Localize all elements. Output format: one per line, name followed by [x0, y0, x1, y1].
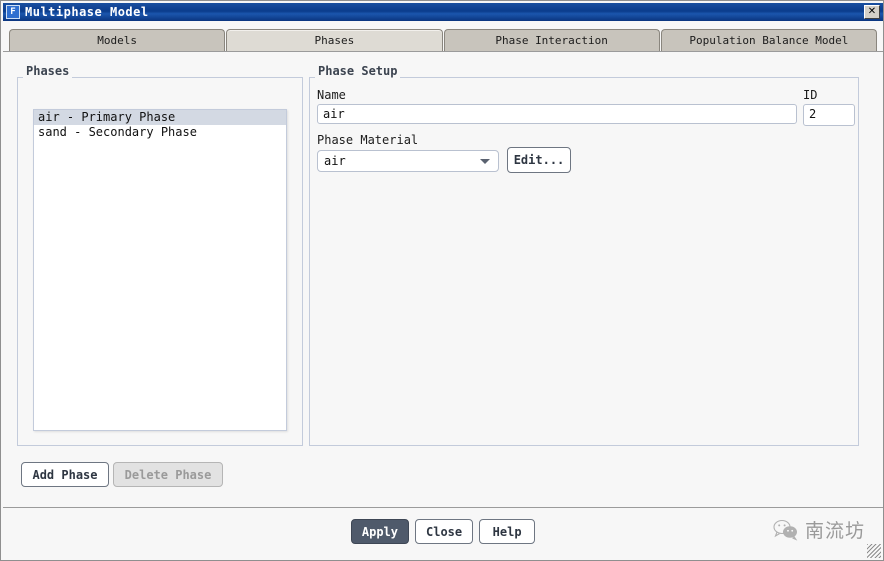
window-title: Multiphase Model — [25, 5, 149, 19]
phase-setup-group-title: Phase Setup — [315, 64, 401, 78]
help-button[interactable]: Help — [479, 519, 536, 544]
phase-material-select[interactable]: air — [317, 150, 499, 172]
apply-button[interactable]: Apply — [350, 519, 409, 544]
tab-phases[interactable]: Phases — [226, 29, 443, 51]
dialog-content: Phases air - Primary Phase sand - Second… — [3, 51, 883, 506]
name-label: Name — [317, 88, 346, 102]
edit-material-button[interactable]: Edit... — [507, 147, 571, 173]
title-bar: F Multiphase Model ✕ — [3, 3, 883, 21]
multiphase-model-dialog: F Multiphase Model ✕ Models Phases Phase… — [0, 0, 884, 561]
tab-phase-interaction[interactable]: Phase Interaction — [443, 29, 660, 51]
phase-setup-group: Phase Setup Name air ID 2 Phase Material… — [309, 64, 859, 446]
tab-population-balance-model[interactable]: Population Balance Model — [660, 29, 877, 51]
phases-group-title: Phases — [23, 64, 73, 78]
chevron-down-icon — [480, 159, 490, 164]
resize-grip[interactable] — [867, 544, 881, 558]
id-label: ID — [803, 88, 818, 102]
delete-phase-button: Delete Phase — [113, 462, 223, 487]
wechat-icon — [773, 519, 798, 541]
list-item[interactable]: sand - Secondary Phase — [34, 125, 286, 140]
fluent-f-icon: F — [6, 5, 20, 19]
name-input[interactable]: air — [317, 104, 797, 124]
tab-bar: Models Phases Phase Interaction Populati… — [9, 29, 877, 51]
phases-group: Phases air - Primary Phase sand - Second… — [17, 64, 303, 446]
phase-material-value: air — [324, 154, 346, 168]
dialog-footer: Apply Close Help 南流坊 — [3, 507, 883, 560]
footer-button-row: Apply Close Help — [3, 519, 883, 544]
list-item[interactable]: air - Primary Phase — [34, 110, 286, 125]
watermark: 南流坊 — [773, 516, 865, 543]
add-phase-button[interactable]: Add Phase — [21, 462, 109, 487]
phases-listbox[interactable]: air - Primary Phase sand - Secondary Pha… — [33, 109, 287, 431]
close-icon[interactable]: ✕ — [864, 5, 880, 19]
close-button[interactable]: Close — [415, 519, 474, 544]
id-input[interactable]: 2 — [803, 104, 855, 126]
watermark-text: 南流坊 — [804, 520, 865, 542]
tab-models[interactable]: Models — [9, 29, 226, 51]
phase-material-label: Phase Material — [317, 133, 419, 147]
